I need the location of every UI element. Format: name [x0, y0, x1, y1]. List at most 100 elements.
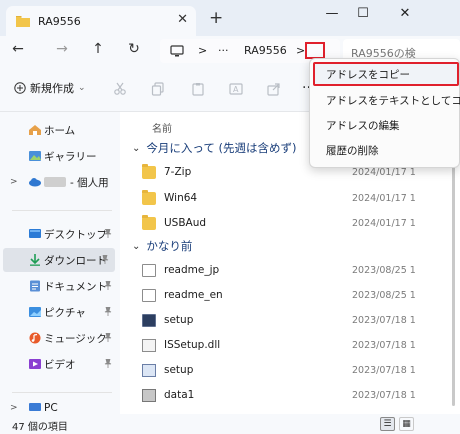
rename-icon[interactable]: A [228, 82, 244, 96]
nav-divider [12, 210, 112, 211]
group-header-this-month[interactable]: ⌄ 今月に入って (先週は含めず) [132, 140, 296, 156]
minimize-button[interactable]: — [322, 6, 342, 21]
desktop-icon [29, 229, 41, 238]
redacted-account-name [44, 177, 66, 187]
breadcrumb-separator[interactable]: > [198, 44, 207, 57]
gallery-icon [29, 151, 41, 161]
plus-circle-icon [14, 82, 26, 94]
group-header-long-ago[interactable]: ⌄ かなり前 [132, 238, 192, 254]
text-file-icon [142, 263, 156, 277]
sidebar-item-label: ドキュメント [44, 280, 107, 293]
file-date: 2023/08/25 1 [352, 289, 416, 301]
pin-icon[interactable] [104, 332, 112, 344]
menu-item-copy-address[interactable]: アドレスをコピー [313, 62, 459, 86]
copy-icon[interactable] [150, 82, 166, 96]
tab-close-icon[interactable]: ✕ [177, 12, 188, 27]
pin-icon[interactable] [104, 306, 112, 318]
details-view-button[interactable]: ☰ [380, 417, 395, 431]
download-icon [30, 254, 40, 266]
sidebar-item-music[interactable]: ミュージック [0, 326, 118, 350]
home-icon [29, 125, 41, 135]
tab-title: RA9556 [38, 14, 81, 28]
title-bar: RA9556 ✕ + — ☐ ✕ [0, 0, 460, 36]
new-tab-button[interactable]: + [209, 8, 223, 28]
sidebar-item-documents[interactable]: ドキュメント [0, 274, 118, 298]
up-button[interactable]: ↑ [88, 41, 108, 57]
breadcrumb-current[interactable]: RA9556 [244, 44, 287, 57]
list-item[interactable]: ISSetup.dll 2023/07/18 1 [142, 334, 442, 356]
status-bar: 47 個の項目 ☰ ▦ [0, 414, 460, 434]
text-file-icon [142, 288, 156, 302]
expand-chevron-icon[interactable]: > [10, 177, 18, 187]
list-item[interactable]: setup 2023/07/18 1 [142, 309, 442, 331]
paste-icon[interactable] [190, 82, 206, 96]
folder-icon [142, 214, 156, 230]
file-date: 2024/01/17 1 [352, 192, 416, 204]
list-item[interactable]: USBAud 2024/01/17 1 [142, 212, 442, 234]
pin-icon[interactable] [104, 358, 112, 370]
breadcrumb-ellipsis[interactable]: ··· [218, 44, 229, 57]
address-blank-highlight[interactable] [305, 42, 325, 59]
maximize-button[interactable]: ☐ [353, 6, 373, 21]
list-item[interactable]: readme_jp 2023/08/25 1 [142, 259, 442, 281]
sidebar-item-label: ホーム [44, 124, 76, 137]
file-name: data1 [164, 389, 195, 401]
pin-icon[interactable] [104, 228, 112, 240]
new-button[interactable]: 新規作成 ⌄ [14, 80, 86, 96]
application-icon [142, 313, 156, 327]
forward-button[interactable]: → [52, 41, 72, 57]
cut-icon[interactable] [112, 82, 128, 96]
pictures-icon [29, 307, 41, 317]
cloud-icon [29, 178, 41, 187]
group-title: かなり前 [146, 239, 193, 253]
refresh-button[interactable]: ↻ [124, 41, 144, 57]
file-name: setup [164, 314, 194, 326]
pin-icon[interactable] [101, 254, 109, 266]
file-date: 2023/07/18 1 [352, 339, 416, 351]
file-name: readme_jp [164, 264, 220, 276]
nav-divider [12, 392, 112, 393]
file-name: Win64 [164, 192, 198, 204]
menu-item-delete-history[interactable]: 履歴の削除 [315, 138, 456, 162]
file-name: setup [164, 364, 194, 376]
file-date: 2023/07/18 1 [352, 314, 416, 326]
list-item[interactable]: readme_en 2023/08/25 1 [142, 284, 442, 306]
sidebar-item-label: ミュージック [44, 332, 107, 345]
sidebar-item-gallery[interactable]: ギャラリー [0, 144, 118, 168]
list-item[interactable]: setup 2023/07/18 1 [142, 359, 442, 381]
sidebar-item-desktop[interactable]: デスクトップ [0, 222, 118, 246]
sidebar-item-label: PC [44, 402, 58, 414]
documents-icon [30, 280, 40, 292]
sidebar-item-home[interactable]: ホーム [0, 118, 118, 142]
sidebar-item-pictures[interactable]: ピクチャ [0, 300, 118, 324]
item-count: 47 個の項目 [12, 422, 68, 433]
tiles-view-button[interactable]: ▦ [399, 417, 414, 431]
tab-ra9556[interactable]: RA9556 ✕ [6, 6, 196, 36]
menu-item-copy-address-as-text[interactable]: アドレスをテキストとしてコピー [315, 88, 460, 112]
svg-text:A: A [233, 85, 239, 94]
sidebar-item-onedrive[interactable]: > - 個人用 [0, 170, 118, 194]
column-header-name[interactable]: 名前 [152, 120, 172, 135]
folder-icon [142, 189, 156, 205]
window-close-button[interactable]: ✕ [395, 6, 415, 21]
share-icon[interactable] [266, 82, 282, 96]
sidebar-item-videos[interactable]: ビデオ [0, 352, 118, 376]
menu-item-edit-address[interactable]: アドレスの編集 [315, 113, 456, 137]
sidebar-item-label: - 個人用 [70, 176, 109, 189]
back-button[interactable]: ← [8, 41, 28, 57]
file-name: readme_en [164, 289, 223, 301]
file-name: 7-Zip [164, 166, 192, 178]
sidebar-item-pc[interactable]: > PC [0, 402, 118, 414]
group-title: 今月に入って (先週は含めず) [146, 141, 297, 155]
folder-icon [16, 16, 30, 27]
collapse-chevron-icon: ⌄ [132, 240, 141, 252]
new-button-label: 新規作成 [30, 82, 74, 95]
list-item[interactable]: data1 2023/07/18 1 [142, 384, 442, 406]
sidebar-item-label: ピクチャ [44, 306, 86, 319]
list-item[interactable]: Win64 2024/01/17 1 [142, 187, 442, 209]
expand-chevron-icon[interactable]: > [10, 403, 18, 413]
breadcrumb-separator-end[interactable]: > [296, 44, 305, 57]
sidebar-item-label: デスクトップ [44, 228, 107, 241]
sidebar-item-downloads[interactable]: ダウンロード [3, 248, 115, 272]
pin-icon[interactable] [104, 280, 112, 292]
